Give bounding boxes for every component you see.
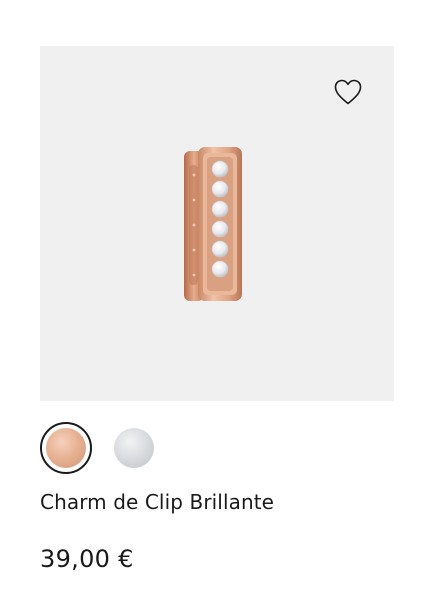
wishlist-button[interactable] <box>332 76 364 108</box>
product-image-panel[interactable] <box>40 46 394 401</box>
product-name[interactable]: Charm de Clip Brillante <box>40 490 274 514</box>
rose-gold-swatch[interactable] <box>46 428 86 468</box>
product-image <box>184 147 242 301</box>
swatch-silver[interactable] <box>108 422 160 474</box>
product-card[interactable]: Charm de Clip Brillante 39,00 € <box>0 0 425 614</box>
color-swatches <box>40 422 160 474</box>
heart-outline-icon <box>334 79 362 105</box>
swatch-rose-gold[interactable] <box>40 422 92 474</box>
product-price: 39,00 € <box>40 545 134 573</box>
silver-swatch[interactable] <box>114 428 154 468</box>
